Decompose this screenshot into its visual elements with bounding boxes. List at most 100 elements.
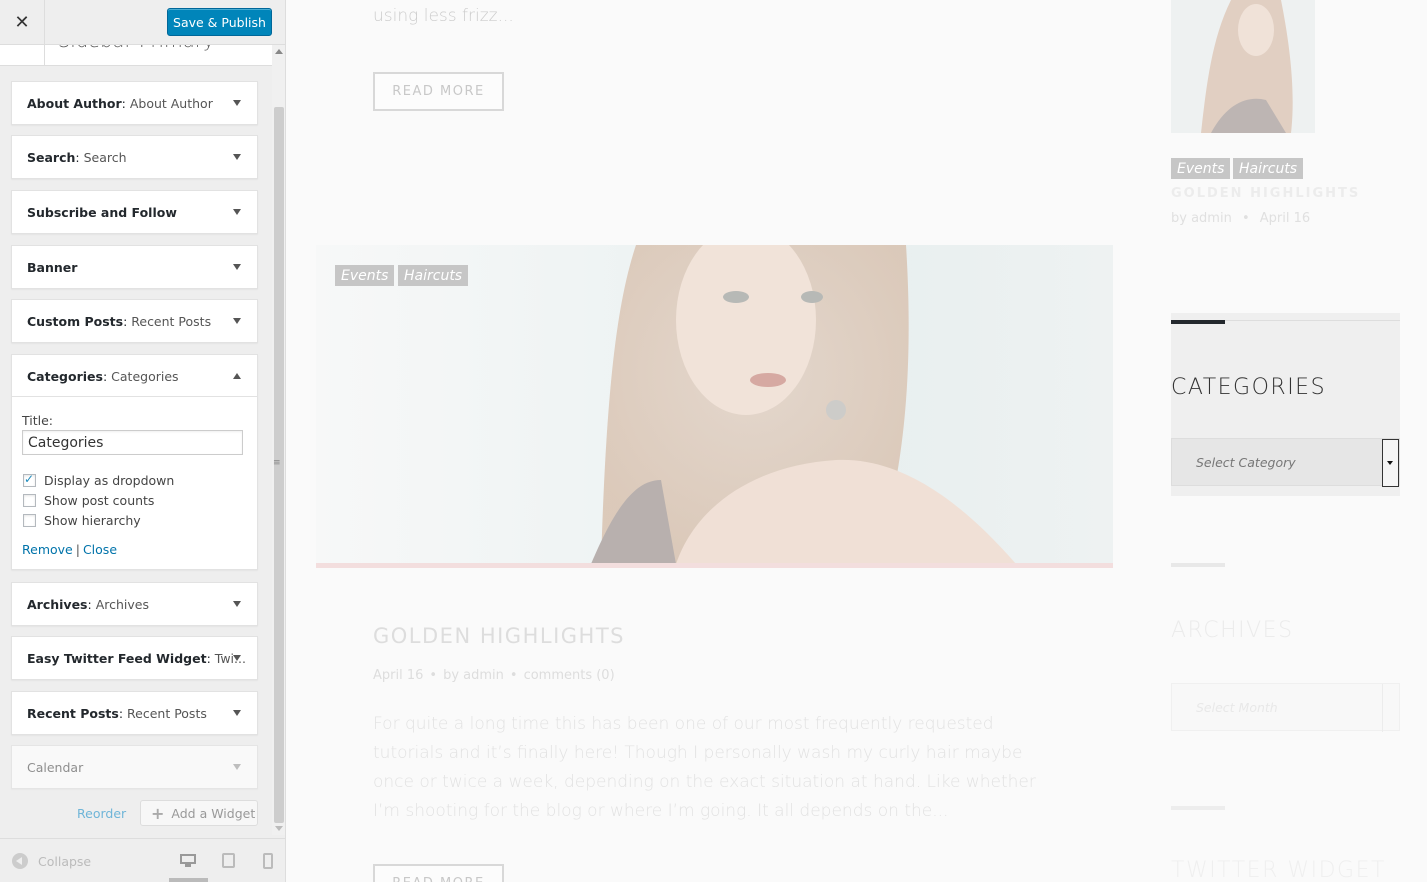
save-publish-button[interactable]: Save & Publish	[167, 8, 272, 36]
option-label: Show post counts	[44, 492, 155, 508]
categories-widget-preview: CATEGORIES Select Category	[1171, 313, 1400, 496]
checkbox-hierarchy[interactable]	[23, 513, 36, 527]
checkbox-post-counts[interactable]	[23, 493, 36, 507]
option-label: Show hierarchy	[44, 512, 141, 528]
chevron-down-icon[interactable]	[233, 655, 241, 661]
option-post-counts[interactable]: Show post counts	[22, 490, 247, 510]
widget-accent-bar	[1171, 320, 1225, 324]
chevron-down-icon[interactable]	[233, 264, 241, 270]
chevron-down-icon[interactable]	[233, 209, 241, 215]
widget-search[interactable]: Search: Search	[11, 135, 258, 179]
chevron-down-icon[interactable]	[1382, 439, 1399, 487]
widget-title: Banner	[27, 260, 78, 275]
widget-title: Custom Posts: Recent Posts	[27, 314, 212, 329]
widget-divider	[1225, 320, 1400, 321]
add-widget-label: Add a Widget	[171, 805, 256, 821]
widget-actions: Reorder + Add a Widget	[0, 800, 272, 826]
widget-calendar[interactable]: Calendar	[11, 745, 258, 789]
widget-title: Categories: Categories	[27, 369, 179, 384]
desktop-preview-icon[interactable]	[180, 853, 196, 869]
post-title[interactable]: GOLDEN HIGHLIGHTS	[373, 624, 625, 648]
tag-events[interactable]: Events	[335, 265, 395, 286]
collapse-button[interactable]: Collapse	[12, 853, 91, 869]
post-featured-image[interactable]: Events Haircuts	[316, 245, 1113, 564]
chevron-up-icon[interactable]	[233, 373, 241, 379]
customizer-footer: Collapse	[0, 838, 285, 882]
collapse-icon	[12, 853, 28, 869]
collapse-label: Collapse	[38, 853, 92, 869]
widget-categories: Categories: Categories Title: Categories…	[11, 354, 258, 570]
widget-title: Recent Posts: Recent Posts	[27, 706, 207, 721]
archives-select-placeholder: Select Month	[1196, 700, 1278, 715]
chevron-down-icon[interactable]	[233, 100, 241, 106]
widget-title: Search: Search	[27, 150, 127, 165]
separator: |	[75, 542, 80, 557]
widget-title: About Author: About Author	[27, 96, 213, 111]
resize-handle-icon[interactable]: ≡	[273, 458, 281, 468]
categories-heading: CATEGORIES	[1171, 375, 1327, 400]
post-excerpt: For quite a long time this has been one …	[373, 714, 1036, 821]
chevron-down-icon[interactable]	[233, 318, 241, 324]
customizer-header: ✕ Save & Publish	[0, 0, 285, 45]
post-excerpt-tail: using less frizz...	[373, 6, 514, 26]
widget-control-links: Remove | Close	[22, 542, 247, 557]
remove-link[interactable]: Remove	[22, 542, 73, 557]
category-select-placeholder: Select Category	[1196, 455, 1296, 470]
chevron-down-icon[interactable]	[233, 154, 241, 160]
archives-heading: ARCHIVES	[1171, 618, 1294, 643]
recent-post-thumbnail[interactable]	[1171, 0, 1315, 133]
post-author[interactable]: admin	[463, 668, 504, 683]
chevron-down-icon[interactable]	[233, 710, 241, 716]
twitter-widget-heading: TWITTER WIDGET	[1171, 858, 1386, 882]
tag-events[interactable]: Events	[1171, 158, 1231, 179]
widget-archives[interactable]: Archives: Archives	[11, 582, 258, 626]
tablet-preview-icon[interactable]	[221, 853, 237, 869]
close-link[interactable]: Close	[83, 542, 117, 557]
customizer-panel: Sidebar Primary ✕ Save & Publish About A…	[0, 0, 286, 882]
title-input[interactable]: Categories	[22, 430, 243, 455]
option-dropdown[interactable]: Display as dropdown	[22, 470, 247, 490]
image-accent-bar	[316, 563, 1113, 568]
widget-banner[interactable]: Banner	[11, 245, 258, 289]
widget-subscribe-follow[interactable]: Subscribe and Follow	[11, 190, 258, 234]
woman-thumbnail-image	[1201, 0, 1293, 133]
mobile-preview-icon[interactable]	[261, 853, 277, 869]
chevron-down-icon[interactable]	[1382, 684, 1399, 732]
sidebar-scrollbar[interactable]	[272, 45, 285, 835]
archives-select[interactable]: Select Month	[1171, 683, 1400, 732]
post-comments[interactable]: comments (0)	[524, 668, 615, 683]
widget-accent-bar	[1171, 563, 1225, 567]
tag-haircuts[interactable]: Haircuts	[398, 265, 469, 286]
woman-portrait-image	[591, 245, 1016, 564]
title-label: Title:	[22, 413, 53, 428]
widget-about-author[interactable]: About Author: About Author	[11, 81, 258, 125]
scroll-up-icon[interactable]	[275, 49, 283, 54]
read-more-button[interactable]: READ MORE	[373, 864, 504, 882]
post-date: April 16	[373, 668, 424, 683]
widget-twitter-feed[interactable]: Easy Twitter Feed Widget: Twi...	[11, 636, 258, 680]
widget-title: Archives: Archives	[27, 597, 149, 612]
widget-categories-header[interactable]: Categories: Categories	[12, 355, 257, 397]
reorder-link[interactable]: Reorder	[77, 806, 126, 821]
checkbox-dropdown[interactable]	[23, 472, 36, 487]
post-by: by	[443, 668, 460, 683]
widget-custom-posts[interactable]: Custom Posts: Recent Posts	[11, 299, 258, 343]
post-meta: April 16 • by admin • comments (0)	[373, 668, 615, 683]
chevron-down-icon[interactable]	[233, 601, 241, 607]
scroll-down-icon[interactable]	[275, 826, 283, 831]
widget-accent-bar	[1171, 806, 1225, 810]
chevron-down-icon[interactable]	[233, 764, 241, 770]
category-select[interactable]: Select Category	[1171, 438, 1400, 487]
widget-categories-form: Title: Categories Display as dropdown Sh…	[12, 397, 257, 567]
recent-post-meta: by admin • April 16	[1171, 211, 1311, 226]
option-hierarchy[interactable]: Show hierarchy	[22, 510, 247, 530]
add-widget-button[interactable]: + Add a Widget	[140, 800, 258, 826]
read-more-button[interactable]: READ MORE	[373, 72, 504, 111]
site-preview: using less frizz... READ MORE Events Hai…	[286, 0, 1427, 882]
recent-author[interactable]: admin	[1191, 211, 1232, 226]
widget-recent-posts[interactable]: Recent Posts: Recent Posts	[11, 691, 258, 735]
close-icon[interactable]: ✕	[0, 0, 45, 45]
plus-icon: +	[151, 803, 165, 823]
recent-post-title[interactable]: GOLDEN HIGHLIGHTS	[1171, 186, 1360, 201]
tag-haircuts[interactable]: Haircuts	[1233, 158, 1304, 179]
